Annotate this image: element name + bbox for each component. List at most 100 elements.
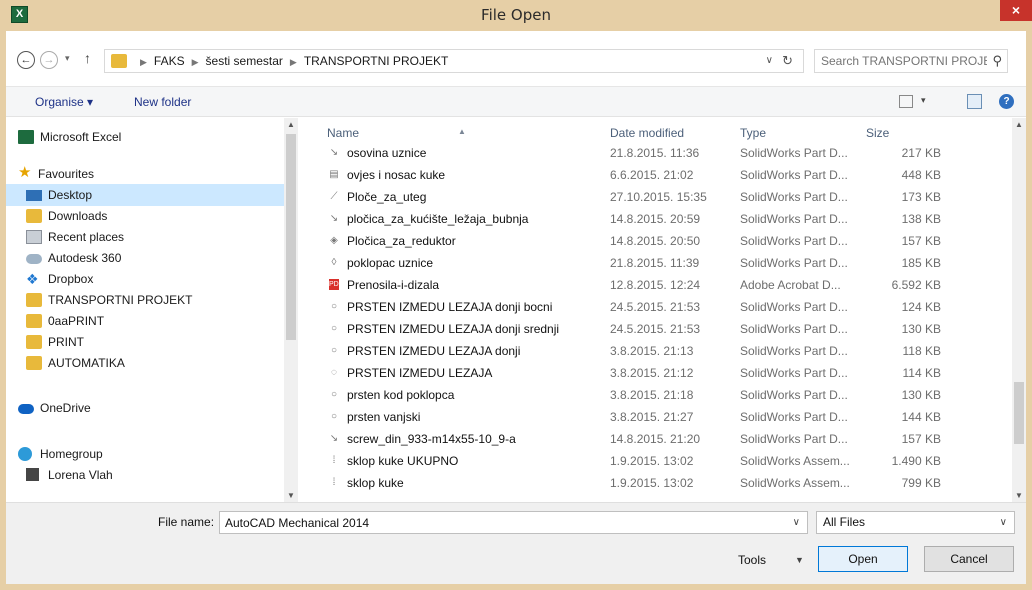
nav-item-transportni-projekt[interactable]: TRANSPORTNI PROJEKT: [6, 289, 284, 311]
table-row[interactable]: ▤ ovjes i nosac kuke 6.6.2015. 21:02 SolidW…: [299, 164, 1011, 186]
nav-item-favourites[interactable]: ★ Favourites: [6, 163, 284, 185]
search-box[interactable]: ⚲: [814, 49, 1008, 73]
open-button[interactable]: Open: [818, 546, 908, 572]
file-name-cell: PRSTEN IZMEDU LEZAJA donji: [347, 344, 521, 358]
view-options-icon[interactable]: [899, 95, 913, 108]
nav-item-dropbox[interactable]: ❖ Dropbox: [6, 268, 284, 290]
table-row[interactable]: ○ PRSTEN IZMEDU LEZAJA donji 3.8.2015. 21:…: [299, 340, 1011, 362]
address-dropdown-button[interactable]: ∨: [766, 50, 773, 72]
file-name-cell: PRSTEN IZMEDU LEZAJA donji srednji: [347, 322, 560, 336]
help-icon[interactable]: ?: [999, 94, 1014, 109]
scrollbar-thumb[interactable]: [1014, 382, 1024, 444]
forward-button[interactable]: →: [40, 51, 58, 69]
file-type-cell: Adobe Acrobat D...: [740, 278, 841, 292]
column-header-date-modified[interactable]: Date modified: [610, 124, 684, 142]
nav-item-print[interactable]: PRINT: [6, 331, 284, 353]
scroll-up-icon[interactable]: ▲: [287, 120, 295, 129]
scroll-down-icon[interactable]: ▼: [1015, 491, 1023, 500]
nav-item-homegroup[interactable]: Homegroup: [6, 443, 284, 465]
tools-button[interactable]: Tools: [738, 553, 766, 567]
nav-item-microsoft-excel[interactable]: Microsoft Excel: [6, 126, 284, 148]
file-open-dialog: X File Open × ← → ▾ ↑ ▶ FAKS ▶ šesti semest…: [0, 0, 1032, 590]
preview-pane-icon[interactable]: [967, 94, 982, 109]
recent-locations-button[interactable]: ▾: [65, 53, 70, 64]
file-name-cell: sklop kuke UKUPNO: [347, 454, 459, 468]
date-modified-cell: 27.10.2015. 15:35: [610, 190, 707, 204]
table-row[interactable]: ↘ pločica_za_kućište_ležaja_bubnja 14.8.20…: [299, 208, 1011, 230]
date-modified-cell: 14.8.2015. 21:20: [610, 432, 701, 446]
scrollbar-thumb[interactable]: [286, 134, 296, 340]
file-type-cell: SolidWorks Part D...: [740, 168, 848, 182]
file-type-cell: SolidWorks Part D...: [740, 146, 848, 160]
back-button[interactable]: ←: [17, 51, 35, 69]
navigation-scrollbar[interactable]: ▲ ▼: [284, 118, 298, 502]
nav-item-desktop[interactable]: Desktop: [6, 184, 284, 206]
cancel-button[interactable]: Cancel: [924, 546, 1014, 572]
breadcrumb-transportni-projekt[interactable]: TRANSPORTNI PROJEKT: [304, 54, 448, 68]
file-name-cell: Pločica_za_reduktor: [347, 234, 456, 248]
assembly-icon: ⁞: [332, 455, 336, 466]
breadcrumb-sesti-semestar[interactable]: šesti semestar: [206, 54, 283, 68]
table-row[interactable]: ◌ PRSTEN IZMEDU LEZAJA 3.8.2015. 21:12 Soli…: [299, 362, 1011, 384]
file-name-dropdown-button[interactable]: ∨: [793, 512, 800, 533]
nav-item-recent-places[interactable]: Recent places: [6, 226, 284, 248]
file-list-scrollbar[interactable]: ▲ ▼: [1012, 118, 1026, 502]
breadcrumb-faks[interactable]: FAKS: [154, 54, 185, 68]
table-row[interactable]: ○ PRSTEN IZMEDU LEZAJA donji bocni 24.5.20…: [299, 296, 1011, 318]
file-type-cell: SolidWorks Part D...: [740, 300, 848, 314]
table-row[interactable]: ◈ Pločica_za_reduktor 14.8.2015. 20:50 Soli…: [299, 230, 1011, 252]
column-header-size[interactable]: Size: [866, 124, 889, 142]
refresh-button[interactable]: ↻: [782, 50, 793, 72]
file-name-cell: PRSTEN IZMEDU LEZAJA donji bocni: [347, 300, 553, 314]
scroll-up-icon[interactable]: ▲: [1015, 120, 1023, 129]
table-row[interactable]: ⟋ Ploče_za_uteg 27.10.2015. 15:35 SolidWork…: [299, 186, 1011, 208]
desktop-icon: [26, 190, 42, 201]
file-type-cell: SolidWorks Part D...: [740, 190, 848, 204]
table-row[interactable]: ⁞ sklop kuke 1.9.2015. 13:02 SolidWorks Ass…: [299, 472, 1011, 494]
nav-item-autodesk-360[interactable]: Autodesk 360: [6, 247, 284, 269]
table-row[interactable]: ◊ poklopac uznice 21.8.2015. 11:39 SolidWor…: [299, 252, 1011, 274]
cloud-icon: [26, 254, 42, 264]
address-bar[interactable]: ▶ FAKS ▶ šesti semestar ▶ TRANSPORTNI PROJEKT…: [104, 49, 804, 73]
file-size-cell: 130 KB: [901, 388, 941, 402]
part-icon: ◌: [331, 367, 337, 378]
nav-item-automatika[interactable]: AUTOMATIKA: [6, 352, 284, 374]
file-name-box[interactable]: ∨: [219, 511, 808, 534]
table-row[interactable]: PDF Prenosila-i-dizala 12.8.2015. 12:24 Ado…: [299, 274, 1011, 296]
table-row[interactable]: ⁞ sklop kuke UKUPNO 1.9.2015. 13:02 SolidWo…: [299, 450, 1011, 472]
nav-item-lorena-vlah[interactable]: Lorena Vlah: [6, 464, 284, 486]
organise-button[interactable]: Organise ▾: [35, 87, 93, 117]
file-type-cell: SolidWorks Part D...: [740, 322, 848, 336]
dropbox-icon: ❖: [26, 271, 39, 287]
file-name-cell: ovjes i nosac kuke: [347, 168, 446, 182]
nav-item-downloads[interactable]: Downloads: [6, 205, 284, 227]
table-row[interactable]: ○ PRSTEN IZMEDU LEZAJA donji srednji 24.5.…: [299, 318, 1011, 340]
close-button[interactable]: ×: [1000, 0, 1032, 21]
search-icon[interactable]: ⚲: [992, 53, 1002, 69]
nav-item-onedrive[interactable]: OneDrive: [6, 397, 284, 419]
table-row[interactable]: ↘ screw_din_933-m14x55-10_9-a 14.8.2015. 2…: [299, 428, 1011, 450]
part-icon: ▤: [329, 169, 339, 180]
file-type-cell: SolidWorks Part D...: [740, 366, 848, 380]
search-input[interactable]: [815, 50, 987, 72]
new-folder-button[interactable]: New folder: [134, 87, 191, 117]
table-row[interactable]: ↘ osovina uznice 21.8.2015. 11:36 SolidWork…: [299, 142, 1011, 164]
file-name-input[interactable]: [220, 512, 780, 533]
folder-icon: [26, 335, 42, 349]
table-row[interactable]: ○ prsten vanjski 3.8.2015. 21:27 SolidWorks…: [299, 406, 1011, 428]
file-type-select[interactable]: All Files ∨: [816, 511, 1015, 534]
chevron-right-icon: ▶: [191, 57, 199, 67]
tools-dropdown-icon[interactable]: ▼: [795, 555, 804, 565]
scroll-down-icon[interactable]: ▼: [287, 491, 295, 500]
column-header-type[interactable]: Type: [740, 124, 766, 142]
table-row[interactable]: ○ prsten kod poklopca 3.8.2015. 21:18 Solid…: [299, 384, 1011, 406]
nav-item-label: Microsoft Excel: [40, 130, 122, 144]
file-size-cell: 124 KB: [901, 300, 941, 314]
part-icon: ↘: [329, 147, 339, 158]
view-options-dropdown[interactable]: ▾: [921, 95, 926, 106]
up-button[interactable]: ↑: [84, 50, 91, 66]
column-header-name[interactable]: Name ▲: [327, 124, 466, 142]
nav-item-label: TRANSPORTNI PROJEKT: [48, 293, 193, 307]
nav-item-0aaprint[interactable]: 0aaPRINT: [6, 310, 284, 332]
file-size-cell: 217 KB: [901, 146, 941, 160]
